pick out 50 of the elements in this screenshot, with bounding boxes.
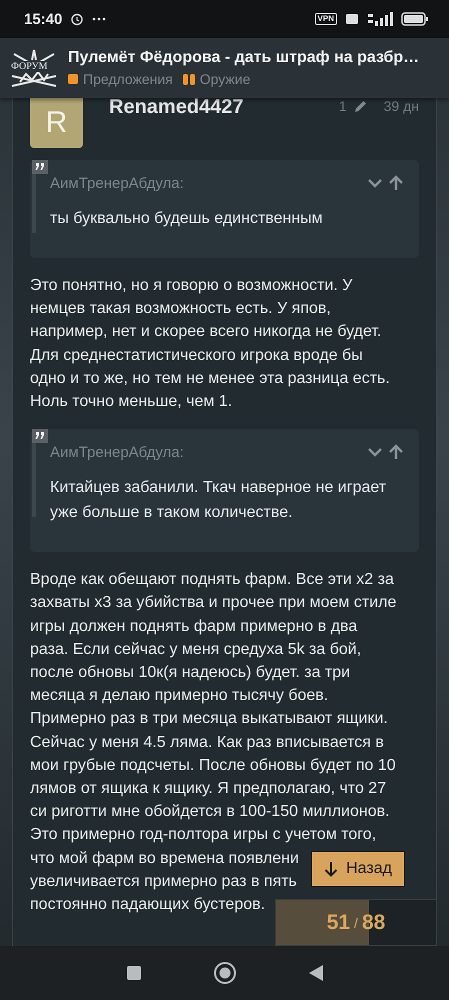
- post-text-line: немцев такая возможность есть. У япов,: [30, 299, 331, 320]
- vpn-indicator: VPN: [314, 13, 337, 25]
- post-text-line: мои грубые подсчеты. После обновы будет по 10: [30, 756, 396, 776]
- post-text-line: Сейчас у меня 4.5 ляма. Как раз вписывается в: [30, 732, 384, 753]
- post-text-line: что мой фарм во времена появлени: [30, 848, 299, 869]
- quote-text-line: Китайцев забанили. Ткач наверное не играет: [50, 478, 386, 498]
- post-text-line: после обновы 10к(я надеюсь) будет. за три: [30, 663, 350, 684]
- post-text-line: например, нет и скорее всего никогда не будет.: [30, 322, 382, 342]
- post-text-line: увеличивается примерно раз в пять: [30, 872, 297, 892]
- post-text-line: си риготти мне обойдется в 100-150 миллионов.: [30, 802, 390, 822]
- category-name[interactable]: Предложения: [83, 71, 173, 87]
- recent-apps-icon[interactable]: [126, 965, 142, 981]
- quote-text-line: уже больше в таком количестве.: [50, 503, 293, 524]
- down-arrow-icon: [324, 861, 338, 877]
- back-button[interactable]: Назад: [311, 851, 405, 887]
- post-text-line: игры должен поднять фарм примерно в два: [30, 616, 358, 637]
- post-text-line: Примерно раз в три месяца выкатывают ящики.: [30, 709, 388, 730]
- cellular-signal-icon: [367, 12, 393, 26]
- quote-text-line: ты буквально будешь единственным: [50, 209, 323, 229]
- back-triangle-icon[interactable]: [308, 964, 324, 982]
- post-text-line: захваты x3 за убийства и прочее при моем стиле: [30, 593, 396, 614]
- topic-title[interactable]: Пулемёт Фёдорова - дать штраф на разбр…: [68, 49, 420, 67]
- expand-and-jump-icons[interactable]: [367, 444, 405, 460]
- quote-mark-icon: [32, 160, 48, 174]
- quote-author: АимТренерАбдула:: [50, 444, 184, 461]
- post-text-line: постоянно падающих бустеров.: [30, 895, 266, 916]
- post-text-line: Это понятно, но я говорю о возможности. У: [30, 276, 352, 296]
- separator: /: [354, 914, 358, 930]
- post-text-line: одно и то же, но тем не менее эта разница есть.: [30, 368, 390, 389]
- clock-time: 15:40: [24, 10, 62, 28]
- post-text-line: месяца я делаю примерно тысячу боев.: [30, 686, 328, 706]
- expand-and-jump-icons[interactable]: [367, 175, 405, 191]
- post-text-line: Это примерно год-полтора игры с учетом того,: [30, 825, 376, 846]
- alarm-clock-icon: [70, 12, 84, 26]
- home-icon[interactable]: [212, 961, 236, 985]
- post-progress[interactable]: 51 / 88: [275, 899, 437, 946]
- quote-author: АимТренерАбдула:: [50, 174, 184, 192]
- current-post-number: 51: [326, 910, 350, 934]
- category-name[interactable]: Оружие: [200, 71, 250, 87]
- quote-mark-icon: [32, 429, 48, 444]
- post-text-line: Ноль точно меньше, чем 1.: [30, 392, 232, 412]
- post-text-line: Для среднестатистического игрока вроде бы: [30, 346, 363, 366]
- total-post-count: 88: [362, 910, 386, 934]
- forum-logo[interactable]: ФОРУМ: [8, 46, 60, 90]
- more-notifications-icon: [92, 17, 106, 21]
- post-text-line: лямов от ящика к ящику. Я предполагаю, что 27: [30, 779, 386, 800]
- post-text-line: раза. Если сейчас у меня средуха 5k за бой,: [30, 640, 362, 660]
- battery-icon: [401, 12, 429, 26]
- post-text-line: Вроде как обещают поднять фарм. Все эти x2 за: [30, 570, 394, 590]
- username[interactable]: Renamed4427: [109, 98, 244, 119]
